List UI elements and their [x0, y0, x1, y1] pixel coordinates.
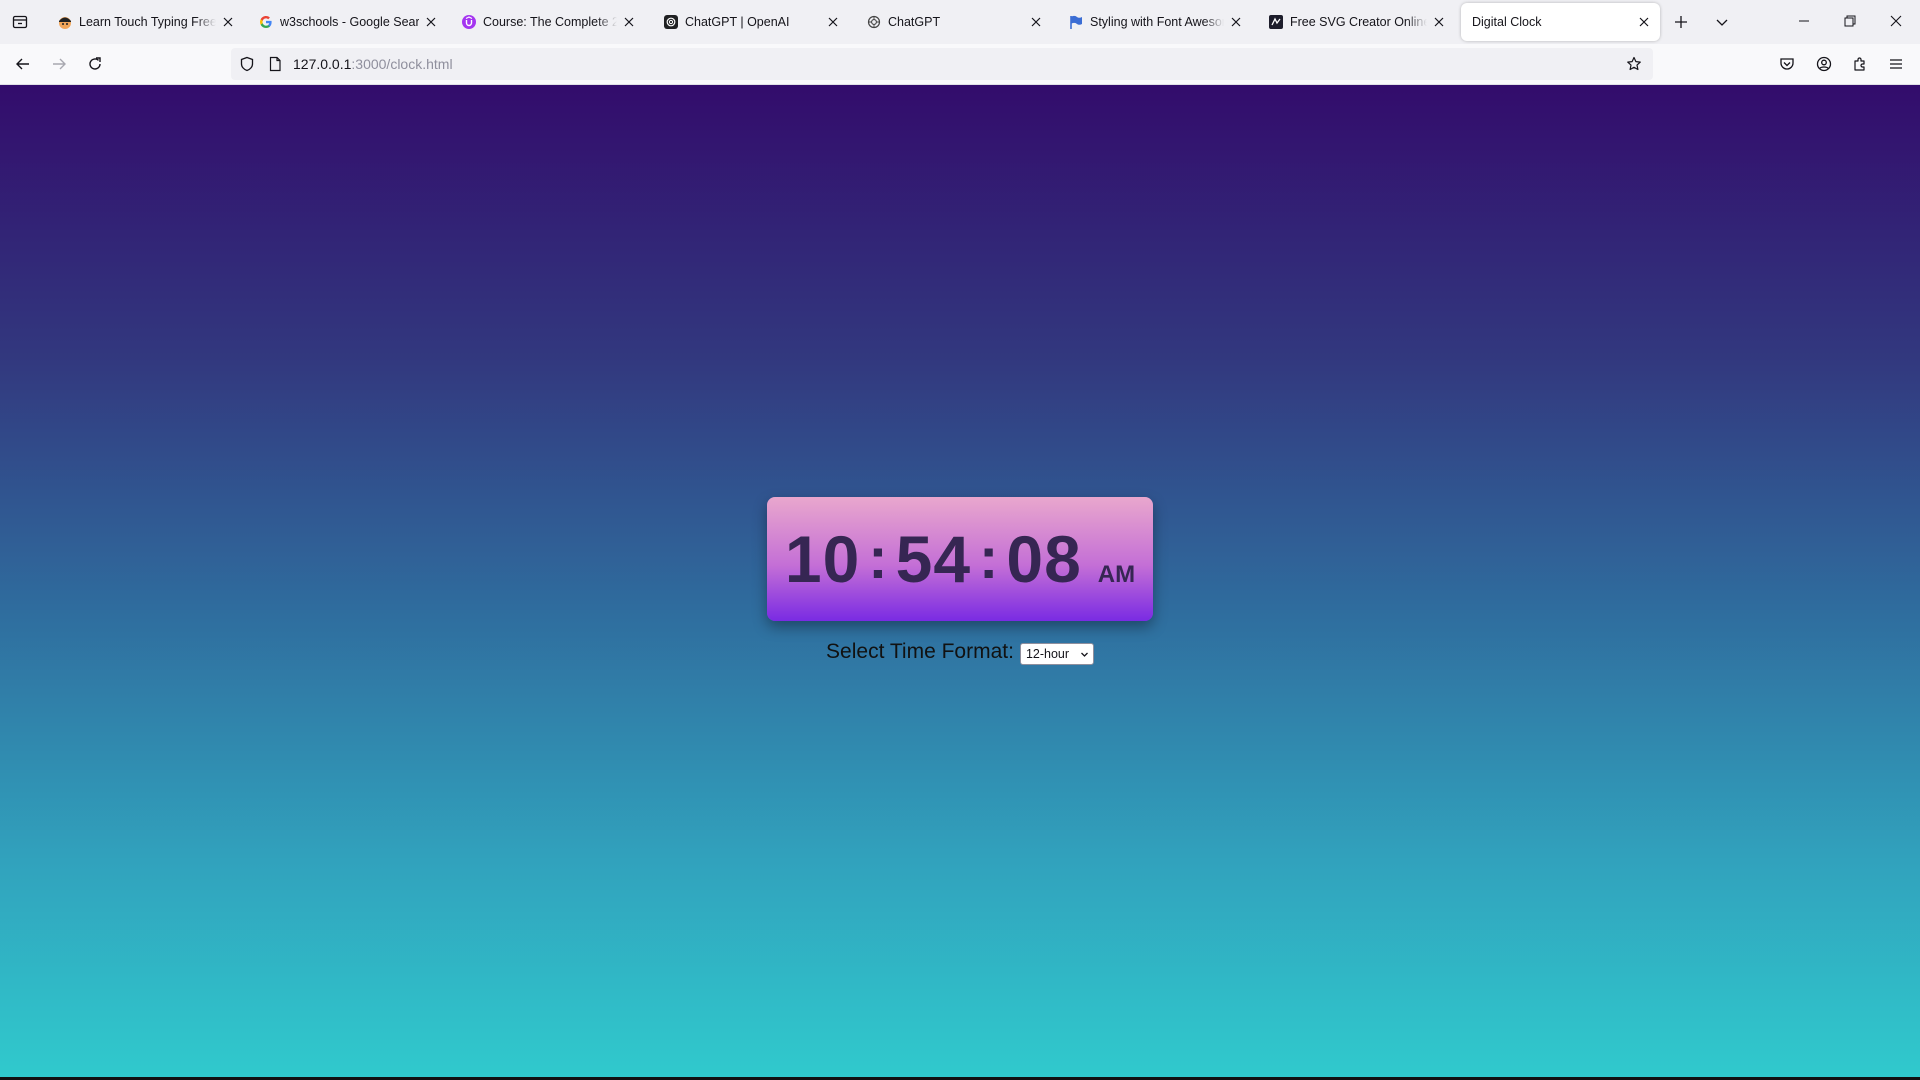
clock-period: AM	[1097, 561, 1136, 588]
back-button[interactable]	[8, 49, 38, 79]
close-tab-icon[interactable]	[220, 14, 236, 30]
font-awesome-icon	[1068, 14, 1084, 30]
navigation-toolbar: 127.0.0.1:3000/clock.html	[0, 44, 1920, 85]
shield-icon[interactable]	[239, 56, 255, 72]
url-text[interactable]: 127.0.0.1:3000/clock.html	[293, 56, 453, 72]
close-tab-icon[interactable]	[621, 14, 637, 30]
new-tab-button[interactable]	[1666, 7, 1696, 37]
svg-creator-icon	[1268, 14, 1284, 30]
close-window-button[interactable]	[1873, 0, 1919, 42]
address-bar[interactable]: 127.0.0.1:3000/clock.html	[231, 48, 1653, 80]
chevron-down-icon	[1080, 652, 1088, 657]
plus-icon	[1675, 16, 1687, 28]
close-tab-icon[interactable]	[825, 14, 841, 30]
extensions-button[interactable]	[1845, 49, 1875, 79]
tab-chatgpt-openai[interactable]: ChatGPT | OpenAI	[652, 3, 849, 41]
page-icon[interactable]	[267, 56, 283, 72]
arrow-left-icon	[16, 58, 29, 70]
menu-button[interactable]	[1881, 49, 1911, 79]
time-format-value: 12-hour	[1025, 647, 1070, 661]
tab-strip: Learn Touch Typing Free - TypingClub w3s…	[0, 0, 1920, 44]
arrow-right-icon	[53, 58, 66, 70]
tab-title: ChatGPT	[888, 15, 941, 29]
restore-button[interactable]	[1827, 0, 1873, 42]
bookmark-button[interactable]	[1623, 53, 1645, 75]
reload-icon	[89, 57, 101, 70]
typingclub-icon	[57, 14, 73, 30]
close-tab-icon[interactable]	[1028, 14, 1044, 30]
tab-title: Learn Touch Typing Free - TypingClub	[79, 15, 216, 29]
clock-separator: :	[979, 526, 999, 591]
clock-display: 10 : 54 : 08 AM	[785, 521, 1135, 597]
tab-title: w3schools - Google Search	[280, 15, 419, 29]
tab-title: Course: The Complete 2024 Web Developmen…	[483, 15, 617, 29]
firefox-view-button[interactable]	[6, 7, 34, 37]
clock-hours: 10	[784, 522, 861, 596]
tab-title: Digital Clock	[1472, 15, 1542, 29]
chevron-down-icon	[1716, 19, 1728, 26]
clock-minutes: 54	[895, 522, 972, 596]
tab-udemy-course[interactable]: Course: The Complete 2024 Web Developmen…	[450, 3, 645, 41]
digital-clock-card: 10 : 54 : 08 AM	[767, 497, 1153, 621]
close-tab-icon[interactable]	[1228, 14, 1244, 30]
firefox-view-icon	[12, 15, 28, 29]
close-icon	[1890, 15, 1902, 27]
tab-title: Styling with Font Awesome	[1090, 15, 1224, 29]
tab-digital-clock[interactable]: Digital Clock	[1461, 3, 1660, 41]
puzzle-icon	[1854, 57, 1865, 71]
url-path: :3000/clock.html	[351, 56, 453, 72]
tab-chatgpt[interactable]: ChatGPT	[855, 3, 1052, 41]
tab-svg-creator[interactable]: Free SVG Creator Online - DiagramGenerat…	[1257, 3, 1455, 41]
tab-title: ChatGPT | OpenAI	[685, 15, 790, 29]
udemy-icon	[461, 14, 477, 30]
tab-typingclub[interactable]: Learn Touch Typing Free - TypingClub	[46, 3, 244, 41]
hamburger-icon	[1890, 59, 1902, 69]
star-icon	[1627, 56, 1641, 71]
close-tab-icon[interactable]	[423, 14, 439, 30]
pocket-button[interactable]	[1772, 49, 1802, 79]
openai-icon	[663, 14, 679, 30]
google-icon	[258, 14, 274, 30]
tab-google-search[interactable]: w3schools - Google Search	[247, 3, 447, 41]
list-all-tabs-button[interactable]	[1707, 7, 1737, 37]
clock-seconds: 08	[1006, 522, 1082, 596]
pocket-icon	[1780, 58, 1794, 70]
tab-title: Free SVG Creator Online - DiagramGenerat…	[1290, 15, 1427, 29]
restore-icon	[1844, 15, 1856, 27]
url-host: 127.0.0.1	[293, 56, 352, 72]
account-icon	[1816, 56, 1832, 72]
time-format-row: Select Time Format: 12-hour	[0, 640, 1920, 665]
account-button[interactable]	[1809, 49, 1839, 79]
chatgpt-icon	[866, 14, 882, 30]
forward-button[interactable]	[44, 49, 74, 79]
minimize-button[interactable]	[1781, 0, 1827, 42]
close-tab-icon[interactable]	[1431, 14, 1447, 30]
clock-separator: :	[868, 526, 888, 591]
time-format-label: Select Time Format:	[826, 640, 1014, 663]
reload-button[interactable]	[80, 49, 110, 79]
minimize-icon	[1799, 20, 1809, 22]
close-tab-icon[interactable]	[1636, 14, 1652, 30]
time-format-select[interactable]: 12-hour	[1019, 643, 1094, 665]
page-viewport: 10 : 54 : 08 AM Select Time Format: 12-h…	[0, 85, 1920, 1080]
tab-font-awesome[interactable]: Styling with Font Awesome	[1057, 3, 1252, 41]
